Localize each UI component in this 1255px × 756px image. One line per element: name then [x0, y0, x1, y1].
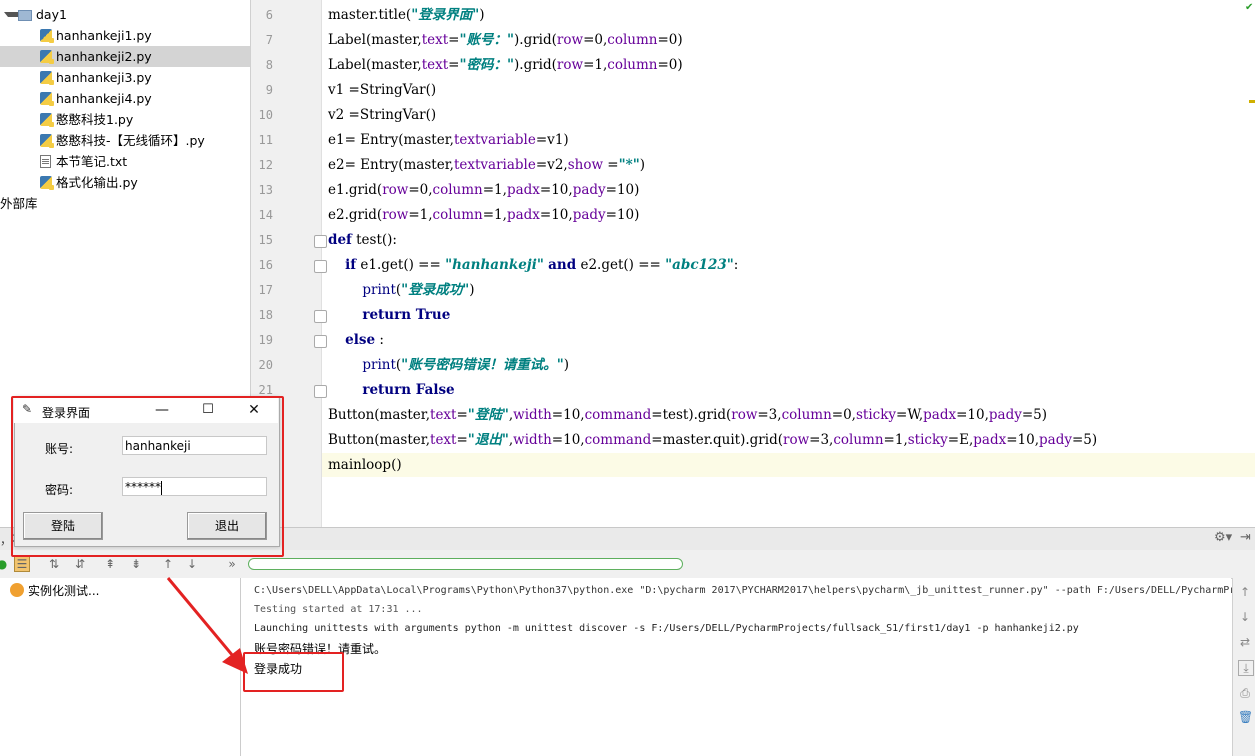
line-number: 17 — [258, 283, 273, 297]
line-number: 7 — [265, 33, 273, 47]
collapse-all-icon[interactable]: ⇟ — [128, 556, 144, 572]
sort-duration-icon[interactable]: ⇵ — [72, 556, 88, 572]
expand-all-icon[interactable]: ⇞ — [102, 556, 118, 572]
print-icon[interactable]: ⎙ — [1238, 686, 1252, 700]
external-libs-label: 外部库 — [0, 196, 38, 211]
tree-file-label: hanhankeji3.py — [56, 70, 152, 85]
folder-icon — [18, 10, 32, 21]
scroll-up-icon[interactable]: ↑ — [1238, 585, 1252, 599]
code-line: e2.grid(row=1,column=1,padx=10,pady=10) — [328, 207, 640, 223]
python-file-icon — [40, 50, 54, 64]
tree-file-row[interactable]: 憨憨科技1.py — [0, 109, 250, 130]
text-file-icon — [40, 155, 51, 168]
code-line: Label(master,text="账号：").grid(row=0,colu… — [328, 32, 683, 48]
code-line: v1 =StringVar() — [328, 82, 437, 98]
rerun-icon[interactable]: ● — [0, 556, 10, 572]
hide-panel-icon[interactable]: ⇥ — [1240, 530, 1251, 545]
line-number: 16 — [258, 258, 273, 272]
soft-wrap-icon[interactable]: ⇄ — [1238, 635, 1252, 649]
fold-marker-icon[interactable] — [314, 385, 327, 398]
code-line: e1.grid(row=0,column=1,padx=10,pady=10) — [328, 182, 640, 198]
tree-folder-day1[interactable]: day1 — [0, 4, 250, 25]
tree-file-label: hanhankeji2.py — [56, 49, 152, 64]
warning-stripe-mark[interactable] — [1249, 100, 1255, 103]
code-line: return True — [362, 307, 451, 323]
tree-file-label: 本节笔记.txt — [56, 154, 128, 169]
code-line: mainloop() — [328, 457, 402, 473]
python-file-icon — [40, 176, 54, 190]
python-file-icon — [40, 113, 54, 127]
tree-file-row[interactable]: hanhankeji1.py — [0, 25, 250, 46]
python-file-icon — [40, 71, 54, 85]
python-file-icon — [40, 92, 54, 106]
code-line: Button(master,text="退出",width=10,command… — [328, 432, 1098, 448]
code-line: Label(master,text="密码：").grid(row=1,colu… — [328, 57, 683, 73]
code-line: return False — [362, 382, 455, 398]
test-status-icon — [10, 583, 24, 597]
tree-file-row[interactable]: 憨憨科技-【无线循环】.py — [0, 130, 250, 151]
tree-file-label: 憨憨科技1.py — [56, 112, 134, 127]
code-line: else : — [345, 332, 384, 348]
sort-alpha-icon[interactable]: ⇅ — [46, 556, 62, 572]
line-number: 15 — [258, 233, 273, 247]
console-launching-line: Launching unittests with arguments pytho… — [254, 623, 1079, 634]
tree-file-row[interactable]: 本节笔记.txt — [0, 151, 250, 172]
line-number: 13 — [258, 183, 273, 197]
settings-gear-icon[interactable]: ⚙▾ — [1214, 530, 1232, 545]
fold-marker-icon[interactable] — [314, 335, 327, 348]
tree-file-row[interactable]: hanhankeji4.py — [0, 88, 250, 109]
line-number: 6 — [265, 8, 273, 22]
line-number: 19 — [258, 333, 273, 347]
annotation-box-window — [11, 396, 284, 557]
line-number: 10 — [258, 108, 273, 122]
tree-file-row[interactable]: 格式化输出.py — [0, 172, 250, 193]
scroll-to-end-icon[interactable]: ⤓ — [1238, 660, 1254, 676]
tree-file-row[interactable]: hanhankeji3.py — [0, 67, 250, 88]
code-line: if e1.get() == "hanhankeji" and e2.get()… — [345, 257, 739, 273]
code-line: def test(): — [328, 232, 397, 248]
tree-folder-label: day1 — [36, 7, 67, 22]
code-line: v2 =StringVar() — [328, 107, 437, 123]
show-passed-icon[interactable]: ☰ — [14, 556, 30, 572]
fold-marker-icon[interactable] — [314, 260, 327, 273]
python-file-icon — [40, 134, 54, 148]
python-file-icon — [40, 29, 54, 43]
tree-file-label: 格式化输出.py — [56, 175, 138, 190]
tree-external-libs[interactable]: 外部库 — [0, 193, 250, 214]
test-progress-bar — [248, 558, 683, 570]
line-number: 8 — [265, 58, 273, 72]
code-line: e2= Entry(master,textvariable=v2,show ="… — [328, 157, 646, 173]
fold-marker-icon[interactable] — [314, 310, 327, 323]
line-number: 11 — [258, 133, 273, 147]
line-number: 20 — [258, 358, 273, 372]
line-number: 18 — [258, 308, 273, 322]
current-line-highlight — [322, 453, 1255, 477]
console-command-line: C:\Users\DELL\AppData\Local\Programs\Pyt… — [254, 585, 1236, 596]
code-line: e1= Entry(master,textvariable=v1) — [328, 132, 569, 148]
code-line: print("账号密码错误！请重试。") — [362, 357, 570, 373]
annotation-arrow-icon — [166, 577, 248, 674]
line-number: 12 — [258, 158, 273, 172]
line-number: 14 — [258, 208, 273, 222]
tree-file-label: hanhankeji4.py — [56, 91, 152, 106]
test-node-label[interactable]: 实例化测试... — [28, 582, 99, 599]
code-line: master.title("登录界面") — [328, 7, 485, 23]
inspection-ok-icon[interactable]: ✔ — [1245, 2, 1253, 13]
line-number: 9 — [265, 83, 273, 97]
tree-file-label: 憨憨科技-【无线循环】.py — [56, 133, 205, 148]
console-started-line: Testing started at 17:31 ... — [254, 604, 423, 615]
code-line: print("登录成功") — [362, 282, 475, 298]
tree-file-row-selected[interactable]: hanhankeji2.py — [0, 46, 250, 67]
fold-marker-icon[interactable] — [314, 235, 327, 248]
scroll-down-icon[interactable]: ↓ — [1238, 610, 1252, 624]
trash-icon[interactable]: 🗑 — [1238, 710, 1253, 724]
tree-file-label: hanhankeji1.py — [56, 28, 152, 43]
code-line: Button(master,text="登陆",width=10,command… — [328, 407, 1048, 423]
